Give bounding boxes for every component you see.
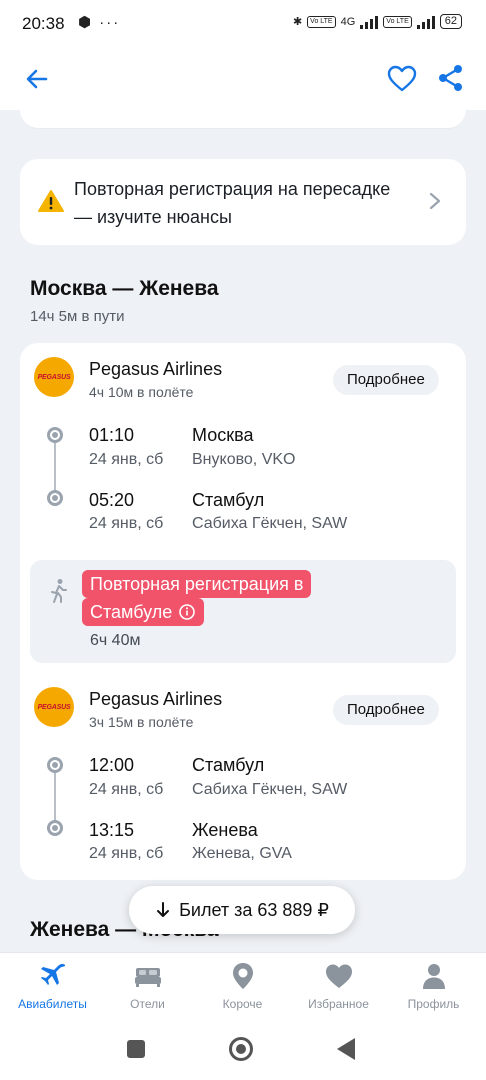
system-back-icon[interactable] (337, 1038, 355, 1060)
status-indicators: ✱ Vo LTE 4G Vo LTE 62 (293, 14, 462, 29)
airline-logo: PEGASUS (34, 687, 74, 727)
recent-apps-icon[interactable] (127, 1040, 145, 1058)
recheck-notice-card[interactable]: Повторная регистрация на пересадке — изу… (20, 159, 466, 245)
system-navigation-bar (0, 1022, 486, 1080)
scroll-content[interactable]: Повторная регистрация на пересадке — изу… (0, 110, 486, 952)
arrival-city: Стамбул (192, 490, 265, 510)
airline-name: Pegasus Airlines (89, 359, 223, 379)
departure-airport: Внуково, VKO (192, 451, 296, 468)
ticket-price-button[interactable]: Билет за 63 889 ₽ (129, 886, 355, 934)
timeline-dot (47, 757, 63, 773)
battery-indicator: 62 (439, 14, 462, 29)
arrival-date: 24 янв, сб (89, 845, 164, 862)
nav-favorites[interactable]: Избранное (290, 961, 387, 1011)
nav-label: Избранное (308, 997, 369, 1011)
ticket-price-label: Билет за 63 889 ₽ (179, 899, 329, 920)
nav-label: Короче (222, 997, 263, 1011)
previous-card-edge (20, 110, 466, 128)
share-icon[interactable] (436, 63, 466, 93)
person-icon (422, 964, 445, 989)
home-icon[interactable] (229, 1037, 253, 1061)
departure-time: 12:00 (89, 755, 135, 775)
notification-icons: ⬢ ··· (78, 14, 121, 31)
route-title: Москва — Женева (30, 277, 219, 300)
volte-badge-2: Vo LTE (383, 15, 412, 28)
arrival-airport: Сабиха Гёкчен, SAW (192, 515, 348, 532)
transfer-duration: 6ч 40м (90, 632, 141, 649)
nav-label: Профиль (407, 997, 460, 1011)
network-type: 4G (340, 15, 356, 28)
airline-logo: PEGASUS (34, 357, 74, 397)
heart-icon (325, 964, 352, 988)
status-time: 20:38 (22, 14, 65, 33)
route-duration: 14ч 5м в пути (30, 308, 125, 325)
arrival-date: 24 янв, сб (89, 515, 164, 532)
nav-label: Авиабилеты (18, 997, 87, 1011)
departure-time: 01:10 (89, 425, 135, 445)
departure-date: 24 янв, сб (89, 781, 164, 798)
departure-airport: Сабиха Гёкчен, SAW (192, 781, 348, 798)
timeline-dot (47, 490, 63, 506)
flight-duration: 3ч 15м в полёте (89, 714, 194, 730)
chevron-right-icon (429, 192, 441, 210)
departure-date: 24 янв, сб (89, 451, 164, 468)
warning-icon (38, 190, 64, 212)
nav-flights[interactable]: Авиабилеты (4, 961, 101, 1011)
nav-profile[interactable]: Профиль (385, 961, 482, 1011)
transfer-city: Стамбуле (90, 602, 173, 622)
nav-hotels[interactable]: Отели (99, 961, 196, 1011)
signal-icon (360, 15, 379, 29)
recheck-badge-line1: Повторная регистрация в (82, 570, 312, 598)
bottom-navigation: Авиабилеты Отели Короче Избранное Профил… (0, 952, 486, 1022)
arrival-time: 05:20 (89, 490, 135, 510)
airline-name: Pegasus Airlines (89, 689, 223, 709)
top-app-bar (0, 50, 486, 110)
flight-segments-card: PEGASUS Pegasus Airlines 4ч 10м в полёте… (20, 343, 466, 880)
recheck-badge-line2[interactable]: Стамбуле (82, 598, 205, 626)
back-arrow-icon[interactable] (22, 64, 52, 94)
volte-badge: Vo LTE (307, 15, 336, 28)
nav-label: Отели (130, 997, 165, 1011)
favorite-heart-icon[interactable] (386, 63, 418, 95)
details-button[interactable]: Подробнее (333, 365, 439, 395)
details-button[interactable]: Подробнее (333, 695, 439, 725)
departure-city: Стамбул (192, 755, 265, 775)
plane-icon (40, 963, 65, 985)
arrival-airport: Женева, GVA (192, 845, 292, 862)
arrow-down-icon (157, 902, 170, 917)
timeline-dot (47, 427, 63, 443)
nav-short[interactable]: Короче (194, 961, 291, 1011)
pin-icon (232, 963, 253, 989)
transfer-block[interactable]: Повторная регистрация в Стамбуле 6ч 40м (30, 560, 456, 663)
arrival-city: Женева (192, 820, 258, 840)
arrival-time: 13:15 (89, 820, 135, 840)
bed-icon (134, 968, 161, 987)
info-icon[interactable] (178, 603, 196, 621)
bluetooth-icon: ✱ (292, 16, 303, 28)
status-bar: 20:38 ⬢ ··· ✱ Vo LTE 4G Vo LTE 62 (0, 0, 486, 50)
flight-duration: 4ч 10м в полёте (89, 384, 194, 400)
signal-icon-2 (416, 15, 435, 29)
timeline-dot (47, 820, 63, 836)
walking-person-icon (51, 579, 67, 603)
notice-text: Повторная регистрация на пересадке — изу… (74, 179, 391, 227)
departure-city: Москва (192, 425, 254, 445)
